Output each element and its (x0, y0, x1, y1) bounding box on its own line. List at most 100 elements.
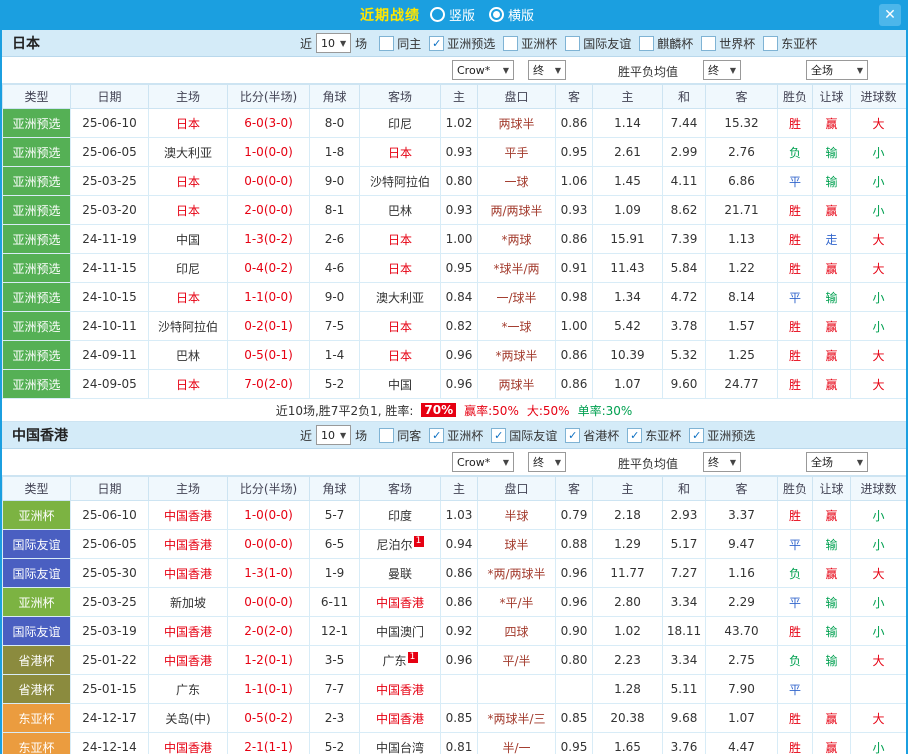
avg-odds-label: 胜平负均值 (617, 457, 678, 471)
goals-mark: 大 (850, 224, 906, 254)
team-name: 日本 (175, 377, 200, 392)
team-title: 日本 (12, 36, 40, 52)
match-competition: 亚洲预选 (2, 108, 71, 138)
goals-mark: 大 (850, 558, 906, 588)
home-team: 巴林 (148, 340, 228, 370)
result-mark: 平 (777, 529, 813, 559)
close-icon: ✕ (884, 7, 896, 23)
avg-draw-odds: 5.32 (662, 340, 706, 370)
home-team: 中国香港 (148, 500, 228, 530)
summary-row: 近10场,胜7平2负1, 胜率: 70% 赢率:50% 大:50% 单率:30% (2, 399, 906, 422)
away-team: 中国香港 (359, 703, 441, 733)
away-odds: 0.88 (555, 529, 593, 559)
corner-score: 1-9 (309, 558, 360, 588)
match-score: 0-0(0-0) (227, 529, 310, 559)
match-competition: 亚洲预选 (2, 253, 71, 283)
result-mark: 胜 (777, 224, 813, 254)
away-team: 日本 (359, 311, 441, 341)
away-odds: 0.86 (555, 340, 593, 370)
competition-checkbox-同主[interactable]: 同主 (379, 35, 421, 52)
handicap: *平/半 (477, 587, 556, 617)
avg-draw-odds: 3.34 (662, 645, 706, 675)
avg-home-odds: 2.61 (592, 137, 663, 167)
recent-count-select[interactable]: 10 ▼ (316, 33, 352, 53)
competition-checkbox-国际友谊[interactable]: ✓ 国际友谊 (491, 427, 557, 444)
match-score: 1-0(0-0) (227, 137, 310, 167)
handicap: *两球 (477, 224, 556, 254)
home-odds: 0.86 (440, 587, 478, 617)
away-odds: 0.86 (555, 224, 593, 254)
competition-checkbox-亚洲预选[interactable]: ✓ 亚洲预选 (429, 35, 495, 52)
team-name: 中国澳门 (375, 624, 424, 639)
match-competition: 东亚杯 (2, 732, 71, 754)
competition-checkbox-同客[interactable]: 同客 (379, 427, 421, 444)
close-button[interactable]: ✕ (879, 4, 901, 26)
competition-checkbox-亚洲杯[interactable]: 亚洲杯 (503, 35, 557, 52)
column-header: 盘口 (477, 476, 556, 501)
avg-home-odds: 1.14 (592, 108, 663, 138)
match-date: 25-06-05 (70, 137, 149, 167)
competition-checkbox-亚洲预选[interactable]: ✓ 亚洲预选 (689, 427, 755, 444)
result-mark: 胜 (777, 311, 813, 341)
away-odds: 0.80 (555, 645, 593, 675)
avg-home-odds: 1.02 (592, 616, 663, 646)
home-odds: 0.94 (440, 529, 478, 559)
column-header: 进球数 (850, 84, 906, 109)
section-japan: 日本近 10 ▼ 场同主 ✓ 亚洲预选 亚洲杯 国际友谊 麒麟杯 世界杯 东亚杯 Crow* ▼ 终 ▼ 胜平… (2, 30, 906, 422)
avg-draw-odds: 3.76 (662, 732, 706, 754)
competition-checkbox-省港杯[interactable]: ✓ 省港杯 (565, 427, 619, 444)
away-odds: 0.96 (555, 558, 593, 588)
single-rate: 单率:30% (577, 403, 633, 418)
competition-checkbox-国际友谊[interactable]: 国际友谊 (565, 35, 631, 52)
avg-draw-odds: 7.44 (662, 108, 706, 138)
bookmaker-select[interactable]: Crow* ▼ (452, 452, 514, 472)
team-title: 中国香港 (12, 428, 68, 444)
checkbox-icon (379, 35, 395, 51)
competition-checkbox-世界杯[interactable]: 世界杯 (701, 35, 755, 52)
bookmaker-select[interactable]: Crow* ▼ (452, 60, 514, 80)
home-odds: 0.92 (440, 616, 478, 646)
avg-stage-select[interactable]: 终 ▼ (703, 60, 741, 80)
competition-checkbox-东亚杯[interactable]: ✓ 东亚杯 (627, 427, 681, 444)
big-rate: 大:50% (526, 403, 570, 418)
view-mode-radio-horizontal[interactable]: 横版 (489, 5, 534, 24)
avg-away-odds: 9.47 (705, 529, 778, 559)
home-team: 中国香港 (148, 529, 228, 559)
competition-checkbox-亚洲杯[interactable]: ✓ 亚洲杯 (429, 427, 483, 444)
team-name: 中国香港 (163, 624, 212, 639)
team-name: 日本 (387, 319, 412, 334)
view-mode-radio-vertical[interactable]: 竖版 (429, 5, 475, 24)
competition-checkbox-麒麟杯[interactable]: 麒麟杯 (639, 35, 693, 52)
handicap-mark: 赢 (812, 500, 851, 530)
avg-away-odds: 7.90 (705, 674, 778, 704)
red-card-badge: 1 (413, 535, 424, 547)
scope-select[interactable]: 全场 ▼ (806, 60, 868, 80)
avg-away-odds: 1.07 (705, 703, 778, 733)
match-competition: 东亚杯 (2, 703, 71, 733)
recent-count-select[interactable]: 10 ▼ (316, 425, 352, 445)
match-row: 亚洲杯 25-06-10 中国香港 1-0(0-0) 5-7 印度 1.03 半球 0.79 2.… (2, 500, 906, 530)
checkbox-icon (379, 427, 395, 443)
checkbox-icon: ✓ (429, 35, 445, 51)
home-odds: 0.82 (440, 311, 478, 341)
scope-select[interactable]: 全场 ▼ (806, 452, 868, 472)
odds-stage-select[interactable]: 终 ▼ (528, 452, 566, 472)
avg-away-odds: 2.76 (705, 137, 778, 167)
corner-score: 1-8 (309, 137, 360, 167)
home-odds: 0.95 (440, 253, 478, 283)
avg-away-odds: 6.86 (705, 166, 778, 196)
handicap: *一球 (477, 311, 556, 341)
handicap: 半球 (477, 500, 556, 530)
avg-stage-select[interactable]: 终 ▼ (703, 452, 741, 472)
result-mark: 胜 (777, 253, 813, 283)
goals-mark: 小 (850, 732, 906, 754)
match-score: 1-3(1-0) (227, 558, 310, 588)
corner-score: 7-7 (309, 674, 360, 704)
result-mark: 平 (777, 674, 813, 704)
team-name: 曼联 (387, 566, 412, 581)
team-name: 新加坡 (169, 595, 206, 610)
odds-stage-select[interactable]: 终 ▼ (528, 60, 566, 80)
competition-checkbox-东亚杯[interactable]: 东亚杯 (763, 35, 817, 52)
match-competition: 国际友谊 (2, 529, 71, 559)
away-odds: 1.06 (555, 166, 593, 196)
